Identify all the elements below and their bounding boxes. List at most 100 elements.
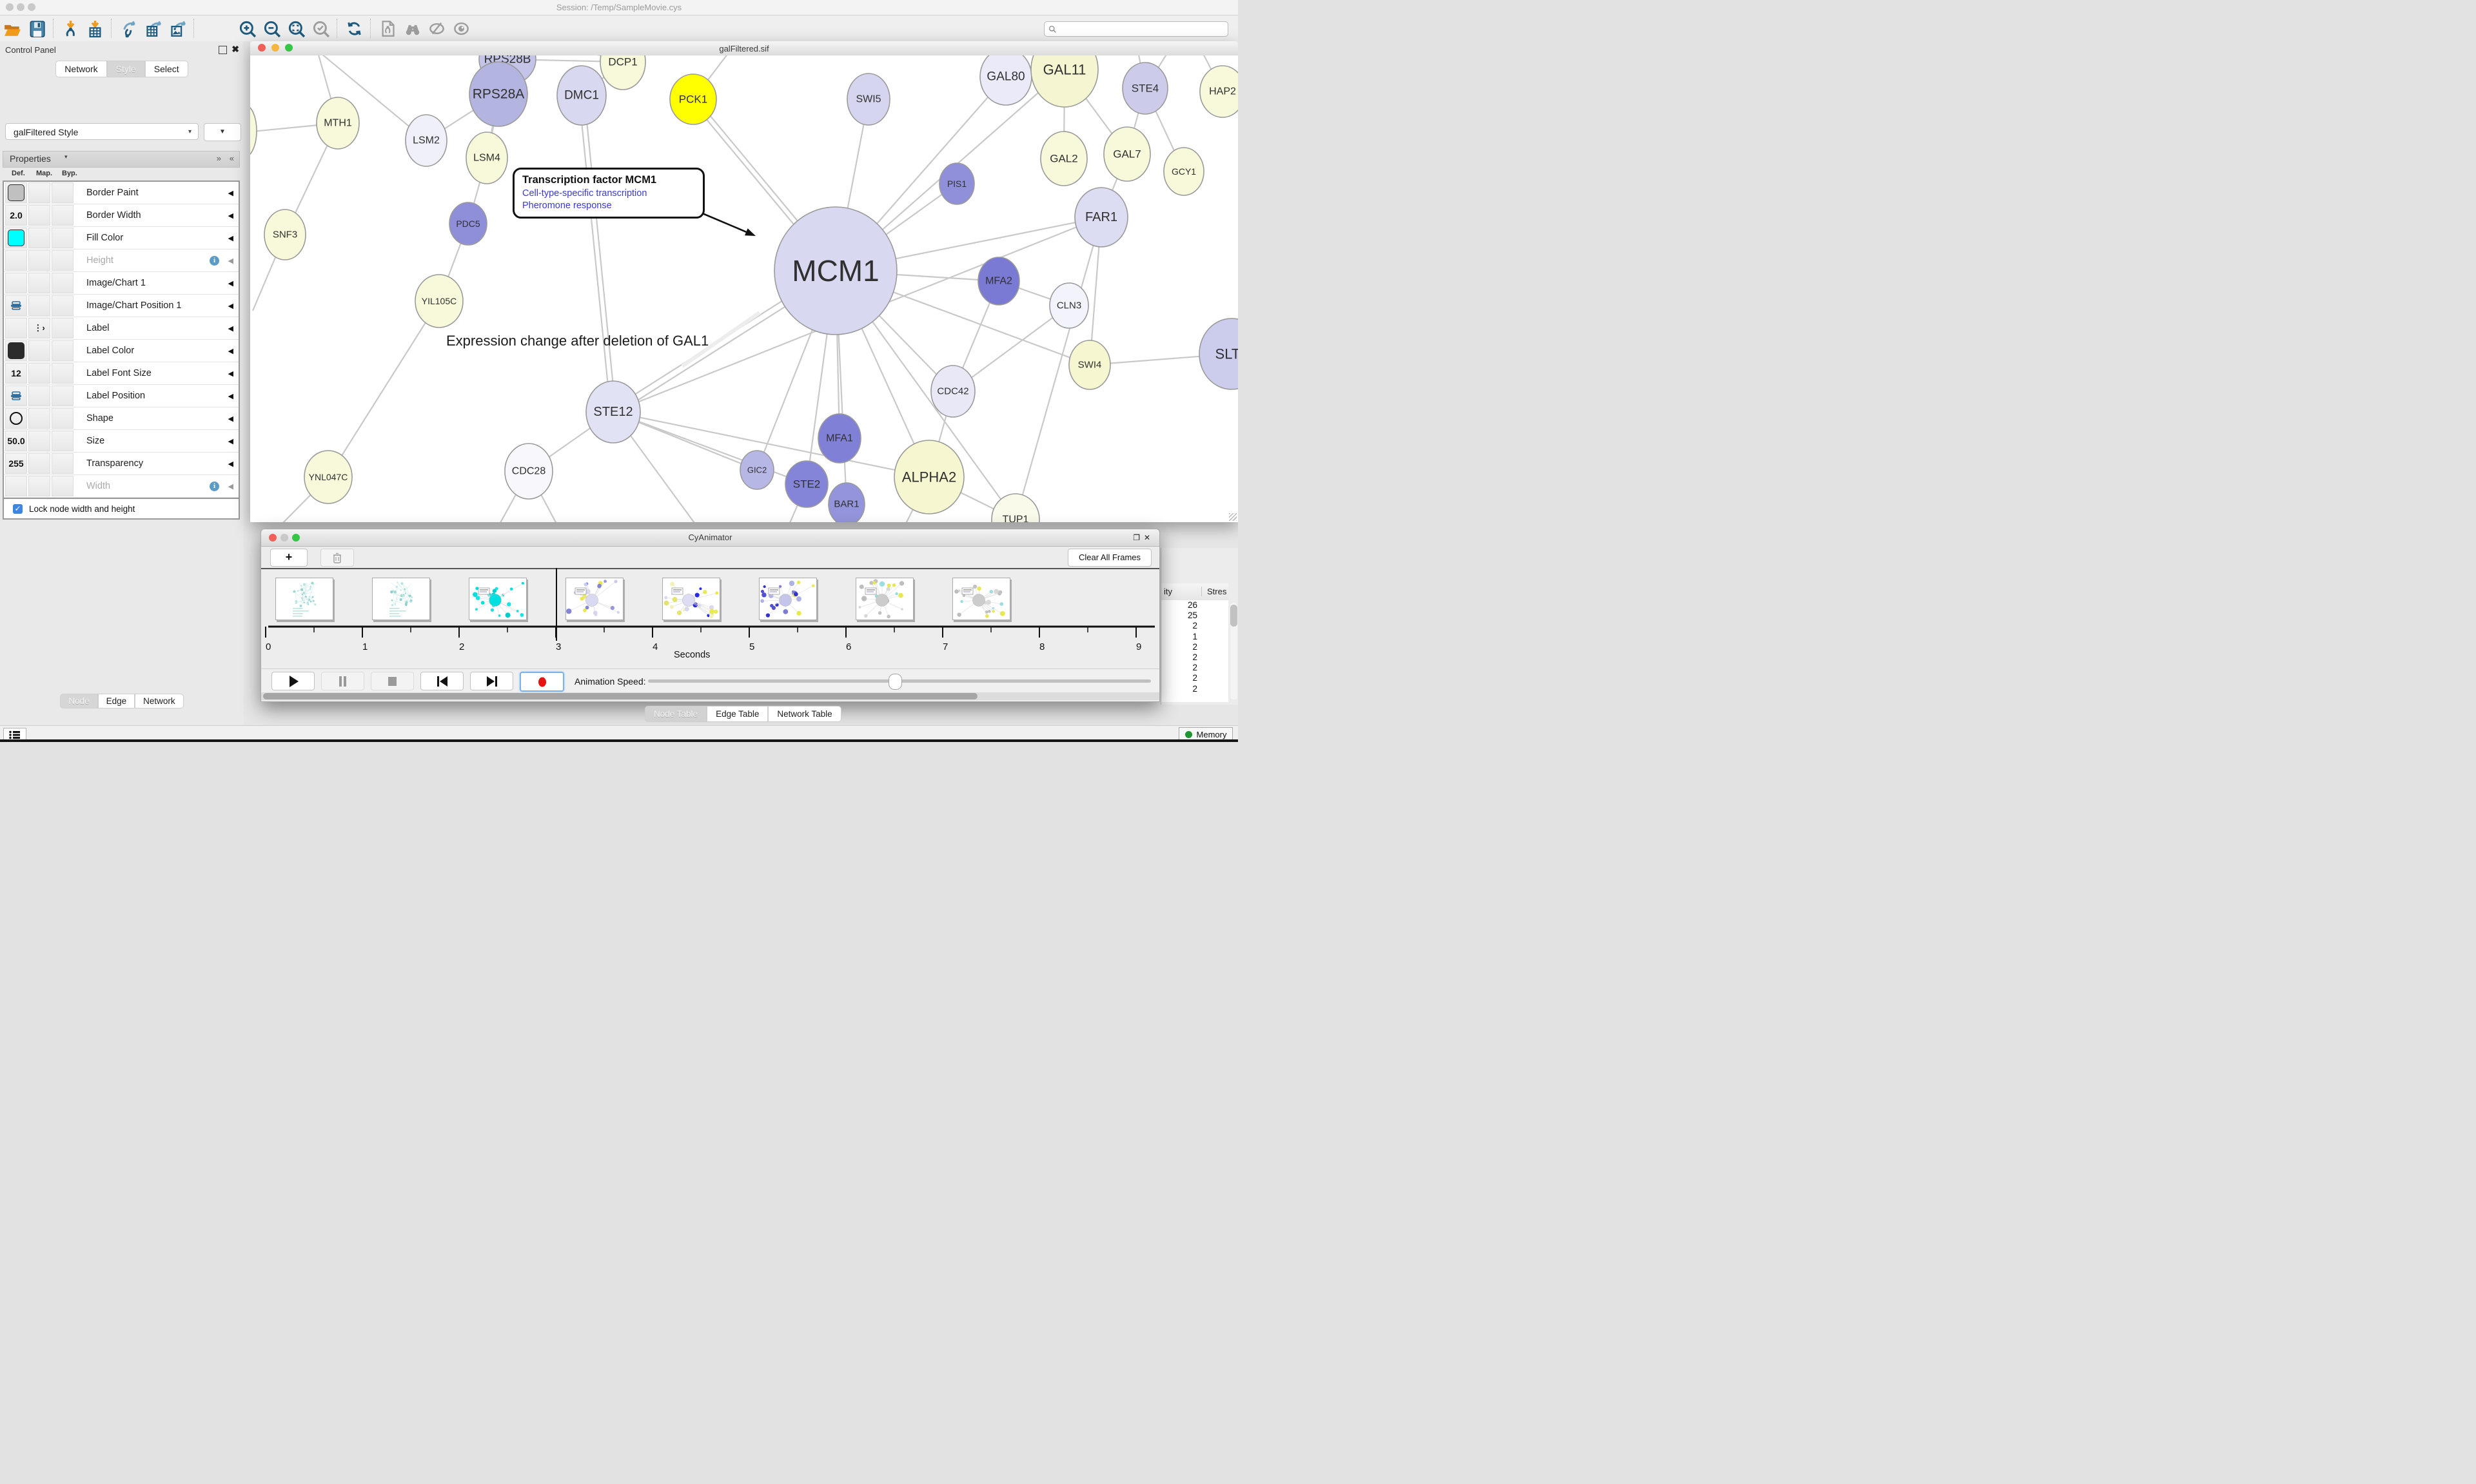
expand-all-icon[interactable]: » (217, 153, 220, 163)
lock-size-checkbox[interactable]: ✓ (13, 504, 23, 514)
node-GAL11[interactable]: GAL11 (1031, 55, 1098, 107)
table-cell[interactable]: 26 (1161, 600, 1228, 610)
node-PDC5[interactable]: PDC5 (449, 202, 487, 245)
byp-cell[interactable] (52, 182, 74, 203)
byp-cell[interactable] (52, 408, 74, 429)
expand-row-icon[interactable]: ◀ (228, 189, 233, 197)
default-value[interactable]: 2.0 (10, 210, 22, 220)
node-MTH1[interactable]: MTH1 (317, 97, 359, 149)
frame-thumbnail-3[interactable] (565, 578, 624, 620)
edge[interactable] (613, 412, 807, 484)
node-BAR1[interactable]: BAR1 (829, 483, 865, 522)
byp-cell[interactable] (52, 250, 74, 271)
def-cell[interactable] (5, 273, 27, 293)
def-cell[interactable]: 50.0 (5, 431, 27, 451)
byp-cell[interactable] (52, 205, 74, 226)
node-MFA2[interactable]: MFA2 (978, 257, 1019, 305)
byp-cell[interactable] (52, 386, 74, 406)
node-CDC42[interactable]: CDC42 (931, 366, 975, 417)
map-cell[interactable] (28, 386, 50, 406)
byp-cell[interactable] (52, 273, 74, 293)
map-cell[interactable] (28, 408, 50, 429)
info-icon[interactable]: i (210, 482, 219, 491)
network-graph[interactable]: RPS28BRPS28ADCP1DMC1PCK1MTH1LSM2LSM4SNF3… (250, 55, 1238, 522)
property-row-label-position[interactable]: Label Position◀ (4, 385, 239, 407)
node-EDGE-L[interactable] (250, 105, 257, 157)
play-button[interactable] (271, 672, 315, 690)
def-cell[interactable] (5, 182, 27, 203)
annotation-link-2[interactable]: Pheromone response (522, 200, 695, 211)
tab-select[interactable]: Select (145, 61, 188, 77)
zoom-selected-icon[interactable] (310, 19, 331, 38)
position-icon[interactable] (10, 391, 22, 400)
expand-row-icon[interactable]: ◀ (228, 460, 233, 468)
node-YNL047C[interactable]: YNL047C (304, 451, 352, 503)
position-icon[interactable] (10, 301, 22, 310)
node-PIS1[interactable]: PIS1 (939, 163, 974, 204)
property-row-image-chart-position-1[interactable]: Image/Chart Position 1◀ (4, 295, 239, 317)
expand-row-icon[interactable]: ◀ (228, 324, 233, 333)
expand-row-icon[interactable]: ◀ (228, 211, 233, 220)
record-button[interactable] (520, 672, 564, 692)
def-cell[interactable] (5, 228, 27, 248)
frame-thumbnail-4[interactable] (662, 578, 720, 620)
tab-edge[interactable]: Edge (98, 694, 135, 708)
timeline-scrollbar-thumb[interactable] (263, 693, 978, 699)
col-stress[interactable]: Stres (1201, 587, 1226, 596)
table-cell[interactable]: 2 (1161, 673, 1228, 683)
node-PCK1[interactable]: PCK1 (670, 74, 716, 124)
map-cell[interactable] (28, 205, 50, 226)
frame-thumbnail-1[interactable] (372, 578, 430, 620)
tab-network-table[interactable]: Network Table (768, 706, 841, 722)
open-session-icon[interactable] (1, 19, 23, 38)
style-options-button[interactable]: ▼ (204, 123, 241, 141)
def-cell[interactable] (5, 340, 27, 361)
export-network-icon[interactable] (117, 19, 139, 38)
table-cell[interactable]: 2 (1161, 663, 1228, 673)
map-cell[interactable] (28, 228, 50, 248)
default-swatch[interactable] (8, 184, 25, 201)
table-scrollbar-thumb[interactable] (1230, 605, 1237, 627)
byp-cell[interactable] (52, 431, 74, 451)
node-SWI5[interactable]: SWI5 (847, 73, 890, 125)
timeline-scrollbar[interactable] (261, 692, 1159, 700)
node-DMC1[interactable]: DMC1 (557, 66, 606, 125)
delete-frame-button[interactable] (320, 549, 354, 567)
expand-row-icon[interactable]: ◀ (228, 302, 233, 310)
import-table-icon[interactable] (84, 19, 106, 38)
network-window-titlebar[interactable]: galFiltered.sif (250, 41, 1238, 56)
zoom-out-icon[interactable] (260, 19, 282, 38)
properties-header[interactable]: Properties ▾ » « (3, 151, 240, 168)
edge[interactable] (579, 95, 611, 412)
def-cell[interactable] (5, 250, 27, 271)
table-cell[interactable]: 2 (1161, 652, 1228, 663)
property-row-label[interactable]: ⋮›Label◀ (4, 317, 239, 340)
float-panel-icon[interactable] (219, 46, 227, 54)
frame-thumbnail-2[interactable] (469, 578, 527, 620)
map-cell[interactable] (28, 476, 50, 496)
node-GAL80[interactable]: GAL80 (980, 55, 1032, 105)
byp-cell[interactable] (52, 318, 74, 338)
expand-row-icon[interactable]: ◀ (228, 234, 233, 242)
node-CDC28[interactable]: CDC28 (505, 444, 553, 499)
info-icon[interactable]: i (210, 256, 219, 266)
byp-cell[interactable] (52, 228, 74, 248)
default-value[interactable]: 50.0 (7, 436, 25, 446)
default-swatch[interactable] (8, 342, 25, 359)
clear-all-frames-button[interactable]: Clear All Frames (1068, 549, 1152, 567)
node-LSM2[interactable]: LSM2 (406, 115, 447, 166)
show-details-icon[interactable] (450, 19, 472, 38)
node-FAR1[interactable]: FAR1 (1075, 188, 1128, 247)
resize-grip[interactable] (1229, 513, 1237, 521)
node-GAL2[interactable]: GAL2 (1041, 132, 1087, 186)
hide-details-icon[interactable] (426, 19, 447, 38)
collapse-all-icon[interactable]: « (230, 153, 233, 163)
property-row-border-width[interactable]: 2.0Border Width◀ (4, 204, 239, 227)
animation-speed-slider[interactable] (648, 669, 1151, 692)
discrete-mapping-icon[interactable]: ⋮› (34, 323, 44, 333)
property-row-border-paint[interactable]: Border Paint◀ (4, 182, 239, 204)
playhead[interactable] (556, 568, 557, 641)
cyanimator-titlebar[interactable]: CyAnimator ❐✕ (261, 529, 1159, 547)
property-row-height[interactable]: Heighti◀ (4, 249, 239, 272)
slider-thumb[interactable] (889, 674, 902, 690)
